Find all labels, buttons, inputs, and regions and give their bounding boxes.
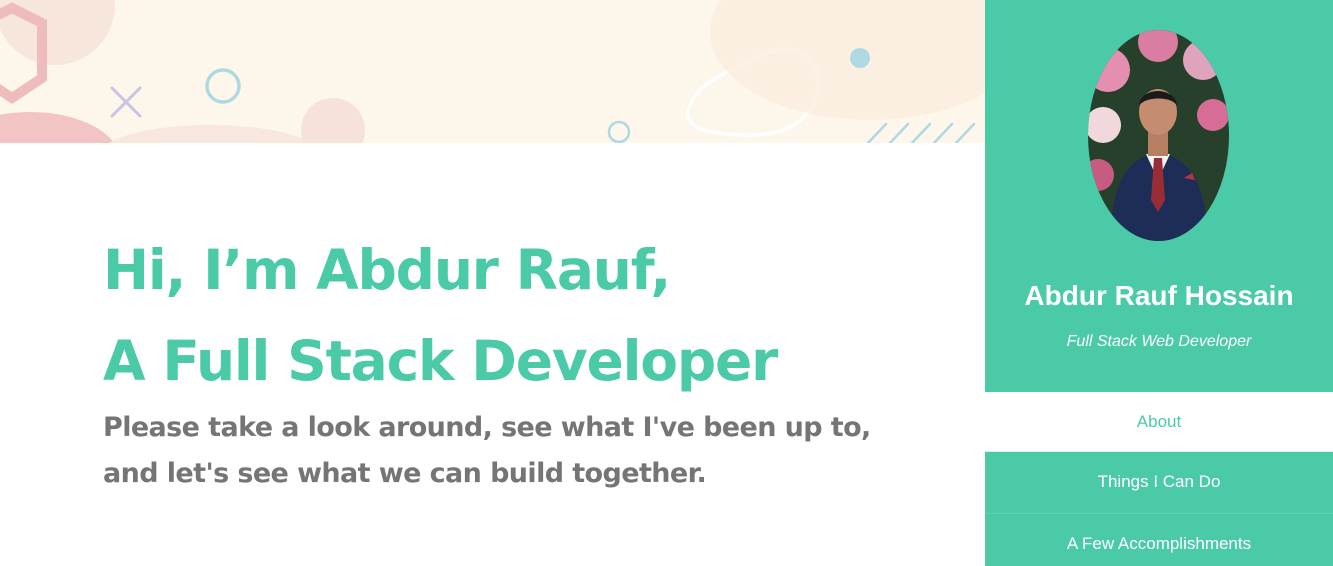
blob-shape bbox=[0, 112, 115, 143]
profile-card: Abdur Rauf Hossain Full Stack Web Develo… bbox=[985, 0, 1333, 392]
profile-name: Abdur Rauf Hossain bbox=[1024, 280, 1294, 311]
sidebar: Abdur Rauf Hossain Full Stack Web Develo… bbox=[985, 0, 1333, 566]
headline-line-2: A Full Stack Developer bbox=[103, 329, 778, 393]
headline-line-1: Hi, I’m Abdur Rauf, bbox=[103, 238, 671, 302]
blob-shape bbox=[710, 0, 985, 120]
blob-shape bbox=[301, 98, 365, 143]
hero-banner bbox=[0, 0, 985, 143]
cross-shape bbox=[110, 86, 142, 118]
nav-item-accomplishments[interactable]: A Few Accomplishments bbox=[985, 514, 1333, 566]
dot-shape bbox=[850, 48, 870, 68]
nav-item-things-i-can-do[interactable]: Things I Can Do bbox=[985, 452, 1333, 514]
blob-shape bbox=[109, 125, 311, 143]
nav-item-about[interactable]: About bbox=[985, 392, 1333, 452]
profile-photo-illustration bbox=[1088, 30, 1229, 241]
stripes-shape bbox=[866, 122, 976, 143]
sidebar-nav: About Things I Can Do A Few Accomplishme… bbox=[985, 392, 1333, 566]
profile-role: Full Stack Web Developer bbox=[1066, 333, 1252, 350]
hero-headline: Hi, I’m Abdur Rauf, A Full Stack Develop… bbox=[103, 225, 778, 407]
decorative-shapes bbox=[0, 0, 985, 143]
main-content: Hi, I’m Abdur Rauf, A Full Stack Develop… bbox=[0, 143, 985, 566]
ring-shape bbox=[205, 68, 241, 104]
hero-tagline: Please take a look around, see what I've… bbox=[103, 412, 871, 489]
ring-shape bbox=[607, 120, 631, 143]
profile-photo bbox=[1088, 30, 1229, 241]
